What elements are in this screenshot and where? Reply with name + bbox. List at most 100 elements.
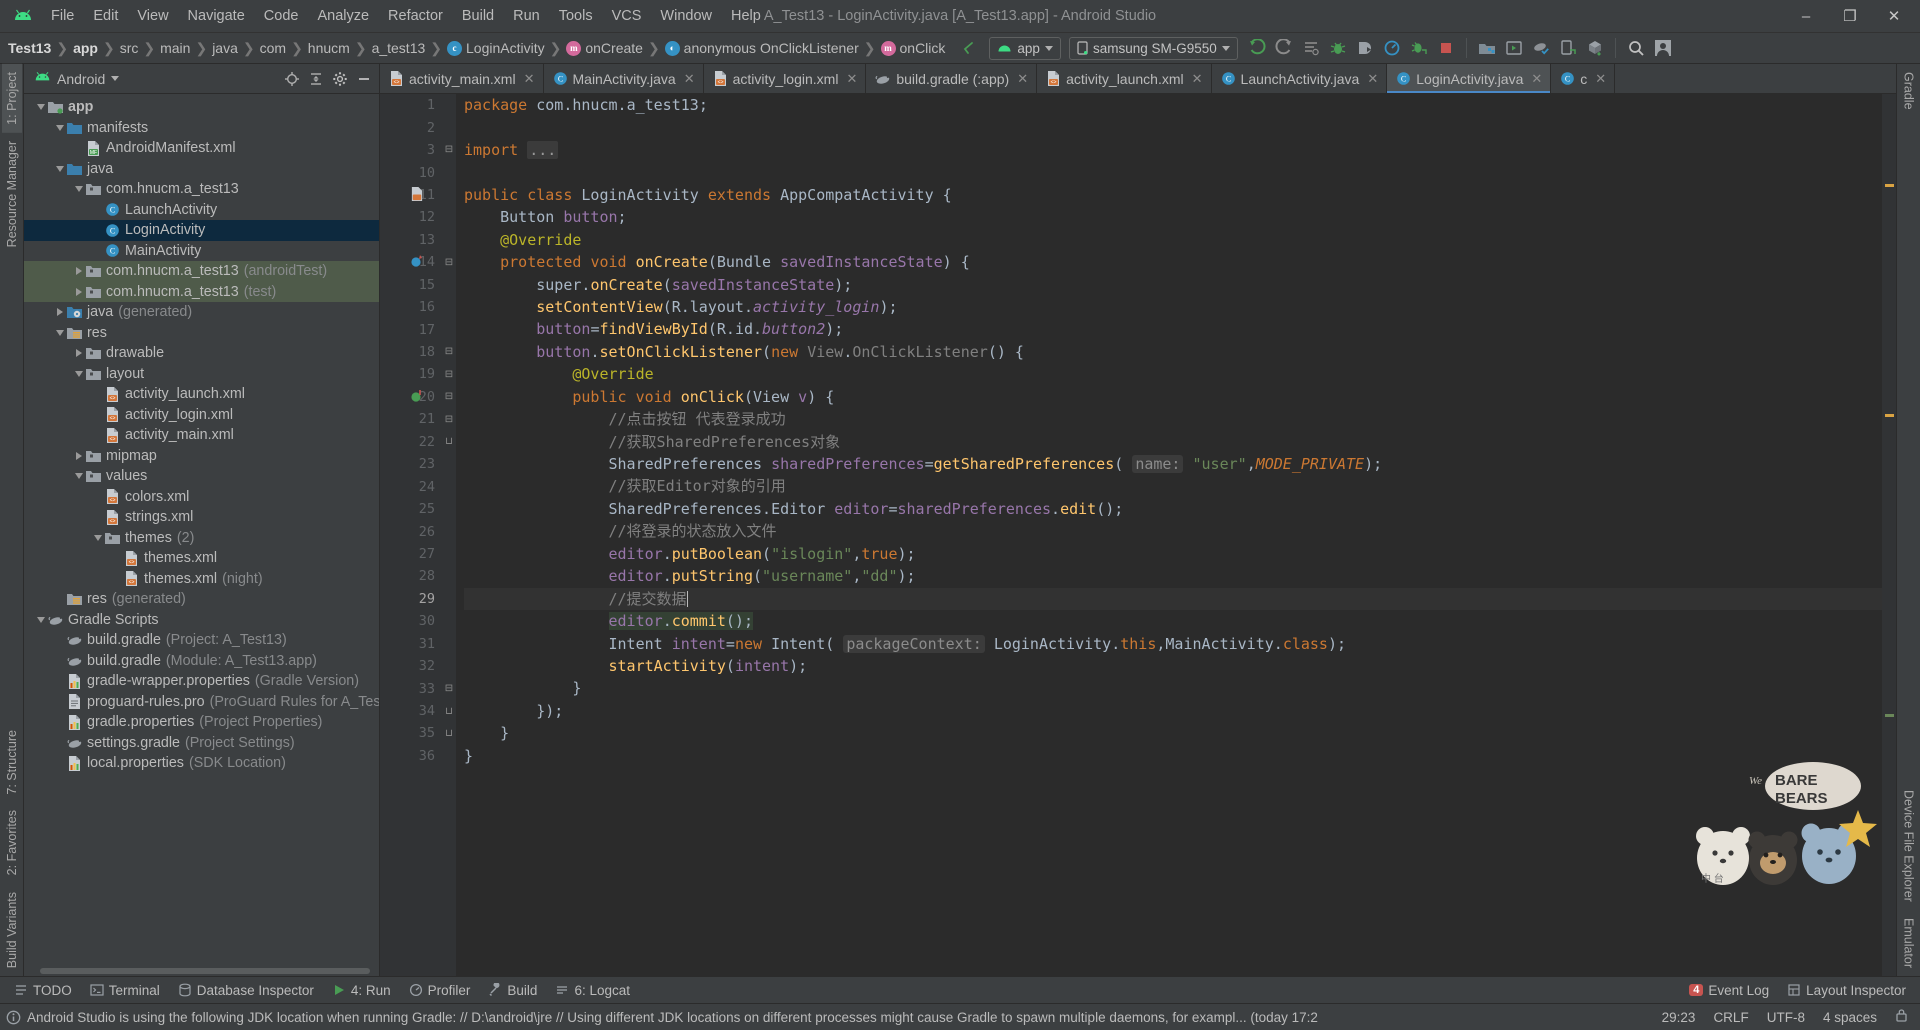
code-line[interactable]: setContentView(R.layout.activity_login); xyxy=(464,296,1882,318)
tree-item-manifests[interactable]: manifests xyxy=(24,118,379,139)
bottom-tool-layout-inspector[interactable]: Layout Inspector xyxy=(1779,980,1914,1001)
fold-toggle-icon[interactable]: ⊔ xyxy=(444,728,454,739)
code-line[interactable]: //将登录的状态放入文件 xyxy=(464,520,1882,542)
chevron-right-icon[interactable] xyxy=(72,287,85,296)
code-line[interactable]: button=findViewById(R.id.button2); xyxy=(464,318,1882,340)
sidebar-item-favorites[interactable]: 2: Favorites xyxy=(2,802,22,883)
tree-item-themes[interactable]: themes (2) xyxy=(24,528,379,549)
editor-code[interactable]: package com.hnucm.a_test13; import ... pub… xyxy=(456,94,1882,976)
profiler-icon[interactable] xyxy=(1379,35,1405,61)
code-line[interactable]: editor.putString("username","dd"); xyxy=(464,565,1882,587)
sidebar-item-emulator[interactable]: Emulator xyxy=(1899,910,1919,976)
close-tab-icon[interactable]: ✕ xyxy=(1595,71,1606,87)
menu-item-vcs[interactable]: VCS xyxy=(603,5,651,27)
code-line[interactable] xyxy=(464,116,1882,138)
editor-gutter[interactable]: 1 2 3 10 11 12 13 14 15 16 17 18 19 20 21 22 23 24 25 26 27 2… xyxy=(380,94,442,976)
fold-toggle-icon[interactable]: ⊟ xyxy=(444,144,454,155)
tree-item-mipmap[interactable]: mipmap xyxy=(24,446,379,467)
code-line[interactable] xyxy=(464,161,1882,183)
fold-toggle-icon[interactable]: ⊟ xyxy=(444,414,454,425)
tree-item-activity-main-xml[interactable]: <> activity_main.xml xyxy=(24,425,379,446)
target-icon[interactable] xyxy=(281,68,303,90)
code-line[interactable]: super.onCreate(savedInstanceState); xyxy=(464,274,1882,296)
device-selector[interactable]: samsung SM-G9550 xyxy=(1068,36,1238,60)
editor-marker-bar[interactable] xyxy=(1882,94,1896,976)
tree-item-gradle-wrapper-properties[interactable]: gradle-wrapper.properties (Gradle Version… xyxy=(24,671,379,692)
menu-item-file[interactable]: File xyxy=(42,5,83,27)
layout-inspector-icon[interactable] xyxy=(1582,35,1608,61)
fold-toggle-icon[interactable]: ⊟ xyxy=(444,369,454,380)
chevron-down-icon[interactable] xyxy=(91,534,104,541)
editor-tab-activity-login-xml[interactable]: <> activity_login.xml ✕ xyxy=(703,64,867,93)
apply-changes-icon[interactable] xyxy=(1298,35,1324,61)
tree-item-res[interactable]: res xyxy=(24,323,379,344)
menu-item-view[interactable]: View xyxy=(128,5,177,27)
bottom-tool-build[interactable]: Build xyxy=(480,980,545,1001)
code-line[interactable]: startActivity(intent); xyxy=(464,655,1882,677)
warning-marker[interactable] xyxy=(1885,414,1894,417)
tree-item-colors-xml[interactable]: <> colors.xml xyxy=(24,487,379,508)
hide-icon[interactable] xyxy=(353,68,375,90)
status-message[interactable]: Android Studio is using the following JD… xyxy=(27,1010,1318,1025)
code-line[interactable]: @Override xyxy=(464,363,1882,385)
tree-item-strings-xml[interactable]: <> strings.xml xyxy=(24,507,379,528)
project-horizontal-scrollbar[interactable] xyxy=(24,966,379,976)
close-tab-icon[interactable]: ✕ xyxy=(1017,71,1028,87)
close-tab-icon[interactable]: ✕ xyxy=(1367,71,1378,87)
sidebar-item-device-file-explorer[interactable]: Device File Explorer xyxy=(1899,782,1919,910)
menu-item-tools[interactable]: Tools xyxy=(550,5,602,27)
breadcrumb-item-app[interactable]: app xyxy=(73,40,98,56)
override-method-icon[interactable] xyxy=(410,254,426,270)
tree-item-local-properties[interactable]: local.properties (SDK Location) xyxy=(24,753,379,774)
code-line[interactable]: editor.putBoolean("islogin",true); xyxy=(464,543,1882,565)
bottom-tool-4--run[interactable]: 4: Run xyxy=(324,980,399,1001)
code-line[interactable]: }); xyxy=(464,700,1882,722)
tree-item-java[interactable]: java (generated) xyxy=(24,302,379,323)
tree-item-build-gradle[interactable]: build.gradle (Project: A_Test13) xyxy=(24,630,379,651)
code-line[interactable]: SharedPreferences sharedPreferences=getS… xyxy=(464,453,1882,475)
breadcrumb-item-onclick[interactable]: m onClick xyxy=(880,40,945,56)
editor-tab-launchactivity-java[interactable]: C LaunchActivity.java ✕ xyxy=(1211,64,1388,93)
fold-toggle-icon[interactable]: ⊟ xyxy=(444,683,454,694)
code-line[interactable]: public void onClick(View v) { xyxy=(464,386,1882,408)
breadcrumb-item-hnucm[interactable]: hnucm xyxy=(308,40,350,56)
tree-item-activity-login-xml[interactable]: <> activity_login.xml xyxy=(24,405,379,426)
project-tree[interactable]: app manifests MF AndroidManifest.xml java com… xyxy=(24,94,379,966)
chevron-down-icon[interactable] xyxy=(72,473,85,480)
code-line[interactable]: package com.hnucm.a_test13; xyxy=(464,94,1882,116)
chevron-down-icon[interactable] xyxy=(53,124,66,131)
breadcrumb-item-a-test13[interactable]: a_test13 xyxy=(372,40,426,56)
close-button[interactable]: ✕ xyxy=(1872,0,1916,32)
search-everywhere-icon[interactable] xyxy=(1623,35,1649,61)
bottom-tool-event-log[interactable]: 4 Event Log xyxy=(1681,980,1777,1001)
chevron-down-icon[interactable] xyxy=(72,186,85,193)
tree-item-gradle-scripts[interactable]: Gradle Scripts xyxy=(24,610,379,631)
breadcrumb-item-loginactivity[interactable]: c LoginActivity xyxy=(447,40,545,56)
file-encoding[interactable]: UTF-8 xyxy=(1767,1010,1805,1025)
tree-item-com-hnucm-a-test13[interactable]: com.hnucm.a_test13 (test) xyxy=(24,281,379,302)
bottom-tool-profiler[interactable]: Profiler xyxy=(401,980,479,1001)
code-line[interactable]: } xyxy=(464,745,1882,767)
close-tab-icon[interactable]: ✕ xyxy=(1531,71,1542,87)
user-account-icon[interactable] xyxy=(1650,35,1676,61)
fold-toggle-icon[interactable]: ⊟ xyxy=(444,257,454,268)
menu-item-analyze[interactable]: Analyze xyxy=(308,5,378,27)
tree-item-build-gradle[interactable]: build.gradle (Module: A_Test13.app) xyxy=(24,651,379,672)
fold-toggle-icon[interactable]: ⊟ xyxy=(444,391,454,402)
editor-fold-column[interactable]: ⊟ ⊟ ⊟ ⊟ ⊟ ⊟ ⊔ ⊟ ⊔ ⊔ xyxy=(442,94,456,976)
tree-item-drawable[interactable]: drawable xyxy=(24,343,379,364)
project-view-selector-label[interactable]: Android xyxy=(57,71,105,87)
tree-item-themes-xml[interactable]: <> themes.xml xyxy=(24,548,379,569)
tree-item-com-hnucm-a-test13[interactable]: com.hnucm.a_test13 xyxy=(24,179,379,200)
chevron-right-icon[interactable] xyxy=(53,308,66,317)
avd-manager-icon[interactable] xyxy=(1501,35,1527,61)
layout-relation-icon[interactable] xyxy=(410,186,426,203)
run-icon[interactable] xyxy=(1244,35,1270,61)
tree-item-res[interactable]: res (generated) xyxy=(24,589,379,610)
tree-item-androidmanifest-xml[interactable]: MF AndroidManifest.xml xyxy=(24,138,379,159)
chevron-down-icon[interactable] xyxy=(111,76,120,81)
chevron-right-icon[interactable] xyxy=(72,451,85,460)
code-line[interactable]: Intent intent=new Intent( packageContext… xyxy=(464,633,1882,655)
code-line[interactable]: @Override xyxy=(464,229,1882,251)
sidebar-item-build-variants[interactable]: Build Variants xyxy=(2,884,22,976)
